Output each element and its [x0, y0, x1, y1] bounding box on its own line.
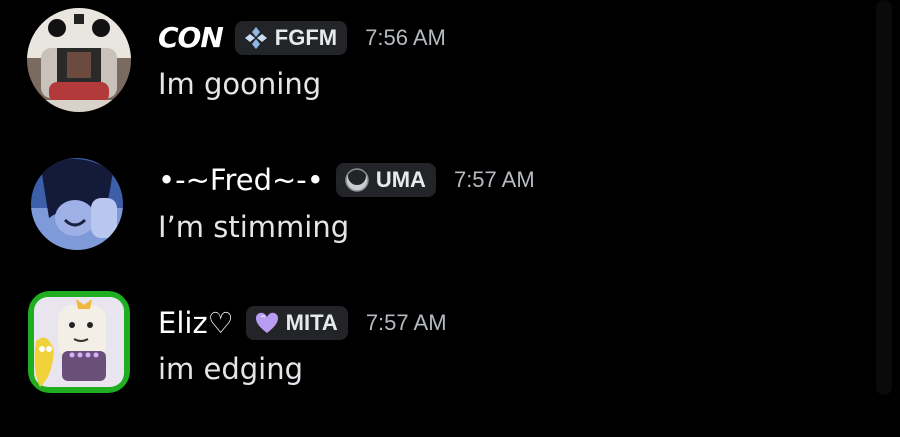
message-item: Eliz♡ MITA 7:57 AM im edging	[0, 285, 860, 405]
helmet-skull-avatar	[27, 8, 131, 112]
timestamp: 7:57 AM	[453, 167, 535, 192]
guild-tag[interactable]: UMA	[335, 163, 436, 197]
message-text: I’m stimming	[158, 210, 350, 244]
message-header: Eliz♡ MITA 7:57 AM	[158, 303, 447, 343]
chat-messages: CON FGFM 7:56 AM Im gooning •-~Fred~-• U…	[0, 0, 900, 437]
message-header: •-~Fred~-• UMA 7:57 AM	[158, 160, 535, 200]
username[interactable]: Eliz♡	[158, 303, 234, 343]
message-text: im edging	[158, 352, 304, 386]
username[interactable]: CON	[158, 18, 224, 58]
purple-heart-icon	[255, 312, 278, 333]
username[interactable]: •-~Fred~-•	[158, 160, 324, 200]
guild-tag-label: MITA	[285, 310, 338, 335]
anime-character-avatar	[31, 158, 123, 250]
guild-tag-label: UMA	[375, 167, 426, 192]
cartoon-banana-avatar	[28, 291, 130, 393]
scrollbar-track[interactable]	[876, 0, 892, 395]
user-avatar[interactable]	[27, 8, 131, 112]
message-item: •-~Fred~-• UMA 7:57 AM I’m stimming	[0, 143, 860, 263]
guild-tag[interactable]: FGFM	[234, 21, 348, 55]
crescent-moon-icon	[345, 167, 369, 192]
timestamp: 7:57 AM	[365, 310, 447, 335]
message-text: Im gooning	[158, 67, 322, 101]
user-avatar[interactable]	[31, 158, 123, 250]
user-avatar[interactable]	[28, 291, 130, 393]
guild-tag-label: FGFM	[274, 25, 338, 50]
timestamp: 7:56 AM	[365, 25, 446, 50]
guild-tag[interactable]: MITA	[245, 306, 348, 340]
diamond-cluster-icon	[244, 27, 267, 49]
message-header: CON FGFM 7:56 AM	[158, 18, 446, 58]
message-item: CON FGFM 7:56 AM Im gooning	[0, 0, 860, 120]
